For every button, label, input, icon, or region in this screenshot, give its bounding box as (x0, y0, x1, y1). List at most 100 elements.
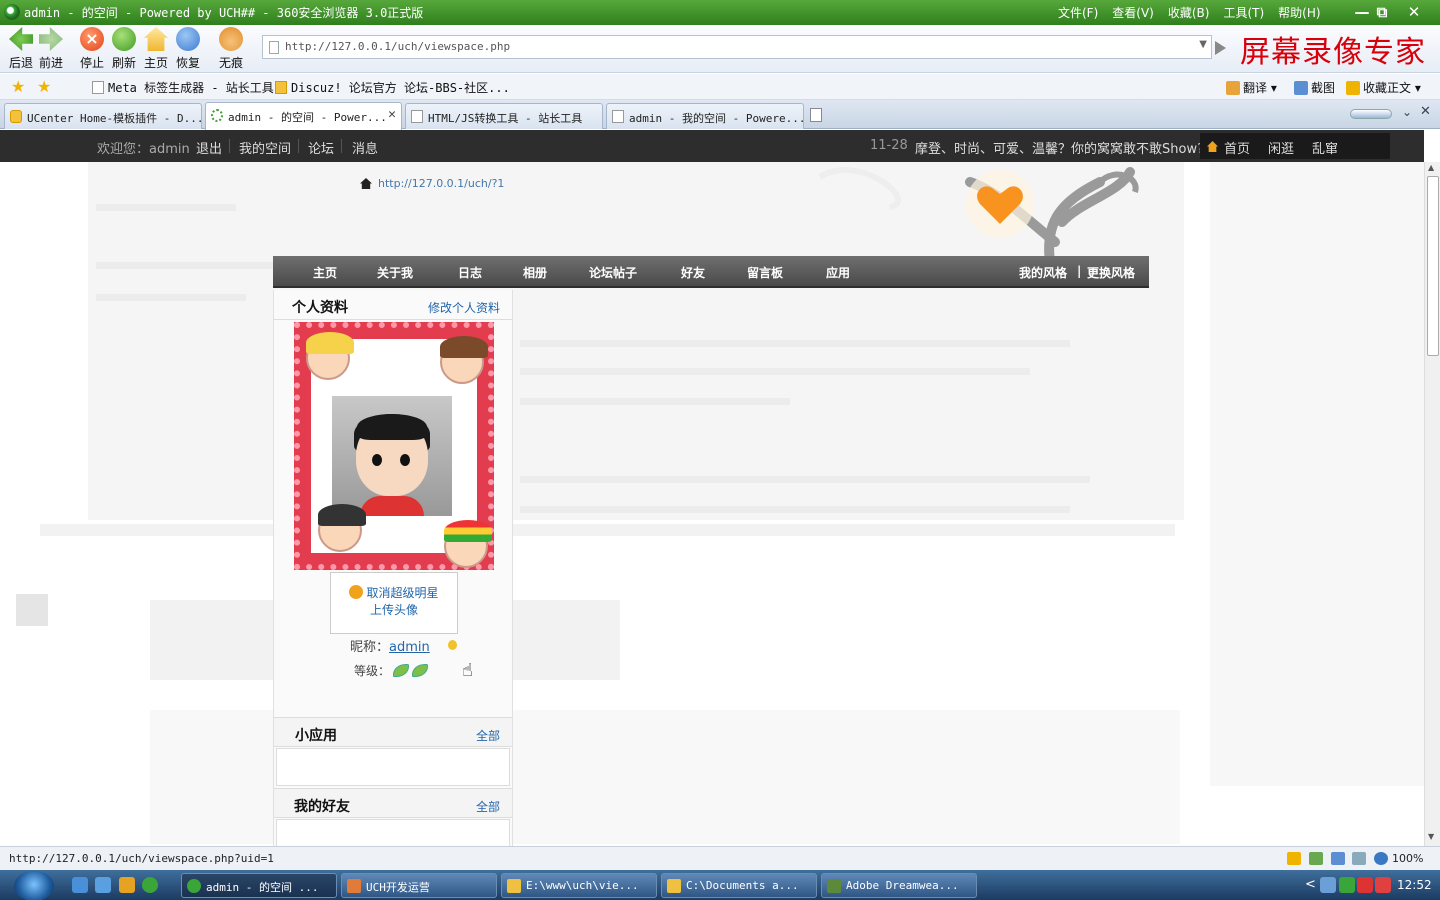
nav-home[interactable]: 主页 (313, 264, 337, 281)
friends-box-body (276, 819, 510, 846)
screen-icon[interactable] (1331, 852, 1345, 865)
friends-all-link[interactable]: 全部 (476, 798, 500, 815)
status-bar: http://127.0.0.1/uch/viewspace.php?uid=1… (0, 846, 1440, 870)
scrollbar-thumb[interactable] (1427, 176, 1439, 356)
messages-link[interactable]: 消息 (352, 138, 378, 157)
nav-forum-posts[interactable]: 论坛帖子 (589, 264, 637, 281)
fading-background (1210, 162, 1424, 786)
close-all-tabs-icon[interactable]: ✕ (1420, 104, 1431, 119)
profile-title: 个人资料 (292, 300, 348, 316)
cleaner-icon[interactable] (119, 877, 135, 893)
favorite-item[interactable]: Meta 标签生成器 - 站长工具 (92, 79, 274, 96)
security-icon[interactable] (1339, 877, 1355, 893)
upload-avatar-link[interactable]: 上传头像 (331, 602, 457, 619)
kid-hair (306, 332, 354, 354)
favorites-star-icon[interactable]: ★ (11, 77, 25, 96)
start-button[interactable] (14, 871, 54, 900)
addon-icon[interactable] (1287, 852, 1301, 865)
tab-list-chevron-icon[interactable]: ⌄ (1402, 105, 1412, 119)
refresh-button[interactable]: 刷新 (108, 27, 140, 71)
news-link[interactable]: 摩登、时尚、可爱、温馨？你的窝窝敢不敢Show? (915, 138, 1204, 157)
addon-icon[interactable] (1309, 852, 1323, 865)
menu-file[interactable]: 文件(F) (1058, 4, 1098, 21)
tray-app-icon[interactable] (1357, 877, 1373, 893)
sound-icon[interactable] (1352, 852, 1366, 865)
collect-text-button[interactable]: 收藏正文 ▾ (1346, 79, 1421, 96)
new-tab-icon[interactable] (810, 108, 822, 122)
browser-quicklaunch-icon[interactable] (95, 877, 111, 893)
nickname-link[interactable]: admin (389, 640, 430, 655)
logout-link[interactable]: 退出 (196, 138, 222, 157)
task-folder-www[interactable]: E:\www\uch\vie... (501, 873, 657, 898)
address-bar[interactable]: http://127.0.0.1/uch/viewspace.php ▼ (262, 35, 1212, 59)
forum-link[interactable]: 论坛 (308, 138, 334, 157)
address-url: http://127.0.0.1/uch/viewspace.php (285, 40, 511, 53)
frame-kid-sticker (444, 520, 492, 568)
site-home-link[interactable]: 首页 (1224, 138, 1250, 157)
bulb-icon (448, 640, 457, 650)
folder-icon (507, 879, 521, 893)
network-icon[interactable] (1320, 877, 1336, 893)
incognito-button[interactable]: 无痕 (215, 27, 247, 71)
tab-admin-space[interactable]: admin - 的空间 - Power... ✕ (205, 102, 402, 130)
nav-apps[interactable]: 应用 (826, 264, 850, 281)
clock: 12:52 (1397, 878, 1432, 892)
address-dropdown-icon[interactable]: ▼ (1199, 39, 1207, 50)
apps-all-link[interactable]: 全部 (476, 727, 500, 744)
page-scrollbar[interactable]: ▲ ▼ (1424, 162, 1440, 846)
home-icon (144, 27, 168, 51)
task-folder-documents[interactable]: C:\Documents a... (661, 873, 817, 898)
tab-admin-myspace[interactable]: admin - 我的空间 - Powere... (606, 103, 804, 129)
nav-friends[interactable]: 好友 (681, 264, 705, 281)
close-tab-icon[interactable]: ✕ (388, 107, 396, 122)
go-arrow-icon[interactable] (1215, 41, 1226, 55)
fading-background (520, 368, 1030, 375)
kid-hat (318, 504, 366, 526)
360-browser-icon[interactable] (142, 877, 158, 893)
nav-blog[interactable]: 日志 (458, 264, 482, 281)
my-space-link[interactable]: 我的空间 (239, 138, 291, 157)
space-url[interactable]: http://127.0.0.1/uch/?1 (378, 177, 504, 190)
task-uch-ops[interactable]: UCH开发运营 (341, 873, 497, 898)
home-button[interactable]: 主页 (140, 27, 172, 71)
tray-app-icon[interactable] (1375, 877, 1391, 893)
tab-html-js-tool[interactable]: HTML/JS转换工具 - 站长工具 (405, 103, 603, 129)
edit-profile-link[interactable]: 修改个人资料 (428, 299, 500, 316)
menu-tools[interactable]: 工具(T) (1223, 4, 1264, 21)
task-dreamweaver[interactable]: Adobe Dreamwea... (821, 873, 977, 898)
translate-button[interactable]: 翻译 ▾ (1226, 79, 1277, 96)
stop-button[interactable]: × 停止 (76, 27, 108, 71)
favorite-item[interactable]: Discuz! 论坛官方 论坛-BBS-社区... (275, 79, 510, 96)
tray-expand-icon[interactable]: < (1305, 877, 1316, 892)
back-button[interactable]: 后退 (5, 27, 37, 71)
tab-tools-toggle[interactable] (1350, 109, 1392, 119)
wander-link[interactable]: 闲逛 (1268, 138, 1294, 157)
forward-button[interactable]: 前进 (35, 27, 67, 71)
friends-title: 我的好友 (294, 799, 350, 815)
scroll-down-icon[interactable]: ▼ (1428, 832, 1434, 841)
tab-ucenter[interactable]: UCenter Home-模板插件 - D... (4, 103, 202, 129)
cancel-superstar-link[interactable]: 取消超级明星 (331, 585, 457, 602)
nav-guestbook[interactable]: 留言板 (747, 264, 783, 281)
ie-icon[interactable] (72, 877, 88, 893)
add-favorite-star-icon[interactable]: ★ (37, 77, 51, 96)
zoom-level[interactable]: 100% (1392, 852, 1423, 865)
maximize-button[interactable]: ⧉ (1370, 2, 1394, 22)
close-window-button[interactable]: ✕ (1402, 2, 1426, 22)
nav-about[interactable]: 关于我 (377, 264, 413, 281)
scroll-up-icon[interactable]: ▲ (1428, 163, 1434, 172)
screenshot-button[interactable]: 截图 (1294, 79, 1335, 96)
menu-help[interactable]: 帮助(H) (1278, 4, 1320, 21)
change-style-link[interactable]: 更换风格 (1087, 264, 1135, 281)
leaf-level-icon (412, 664, 429, 677)
menu-favorites[interactable]: 收藏(B) (1168, 4, 1210, 21)
my-style-link[interactable]: 我的风格 (1019, 264, 1067, 281)
random-link[interactable]: 乱窜 (1312, 138, 1338, 157)
fading-background (40, 524, 1175, 536)
frame-kid-sticker (318, 504, 366, 552)
nav-album[interactable]: 相册 (523, 264, 547, 281)
menu-view[interactable]: 查看(V) (1112, 4, 1154, 21)
task-browser-window[interactable]: admin - 的空间 ... (181, 873, 337, 898)
restore-button[interactable]: 恢复 (172, 27, 204, 71)
zoom-icon[interactable] (1374, 852, 1388, 865)
